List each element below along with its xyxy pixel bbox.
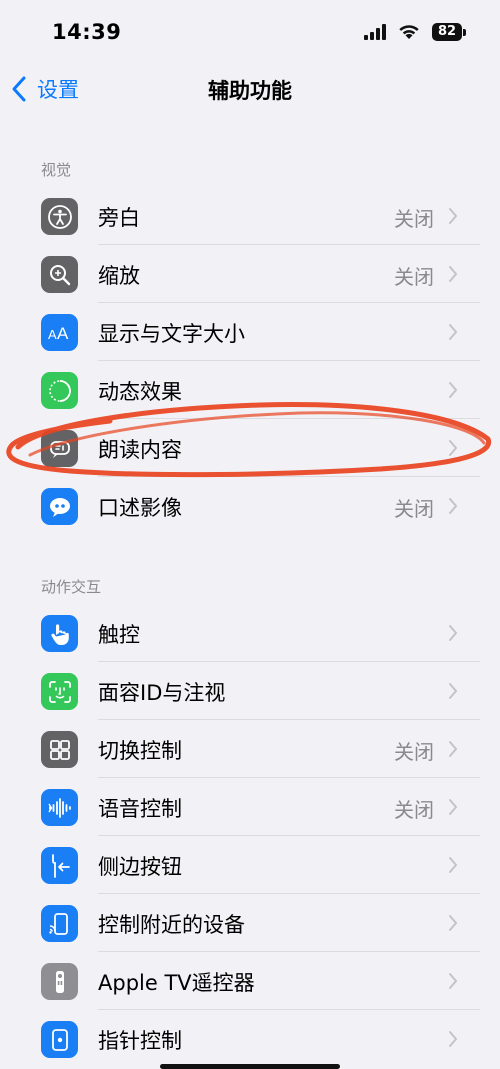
list-item-voice-control[interactable]: 语音控制 关闭	[0, 778, 500, 836]
wifi-icon	[399, 25, 419, 39]
section-header-physical-motor: 动作交互	[41, 578, 102, 596]
list-item-display-text-size[interactable]: AA 显示与文字大小	[0, 303, 500, 361]
motion-icon	[41, 372, 78, 409]
side-button-icon	[41, 847, 78, 884]
physical-motor-list: 触控 面容ID与注视 切换控制 关闭 语音控制 关闭 侧边按钮 控制附近的设备 …	[0, 604, 500, 1068]
battery-icon: 82	[432, 23, 462, 41]
audio-description-icon	[41, 488, 78, 525]
section-header-vision: 视觉	[41, 161, 72, 179]
list-item-apple-tv-remote[interactable]: Apple TV遥控器	[0, 952, 500, 1010]
chevron-right-icon	[449, 208, 458, 224]
list-item-pointer-control[interactable]: 指针控制	[0, 1010, 500, 1068]
page-title: 辅助功能	[208, 79, 292, 103]
list-item-motion[interactable]: 动态效果	[0, 361, 500, 419]
svg-text:A: A	[48, 327, 57, 342]
list-item-zoom[interactable]: 缩放 关闭	[0, 245, 500, 303]
navigation-bar: 设置 辅助功能	[0, 62, 500, 117]
touch-icon	[41, 615, 78, 652]
pointer-control-icon	[41, 1021, 78, 1058]
voice-control-icon	[41, 789, 78, 826]
list-item-audio-descriptions[interactable]: 口述影像 关闭	[0, 477, 500, 535]
chevron-right-icon	[449, 1031, 458, 1047]
status-bar: 14:39 82	[0, 0, 500, 62]
svg-text:A: A	[57, 324, 69, 343]
list-item-spoken-content[interactable]: 朗读内容	[0, 419, 500, 477]
battery-cap	[463, 29, 466, 36]
cellular-signal-icon	[364, 24, 386, 40]
spoken-content-icon	[41, 430, 78, 467]
list-item-face-id-attention[interactable]: 面容ID与注视	[0, 662, 500, 720]
voiceover-icon	[41, 198, 78, 235]
chevron-right-icon	[449, 857, 458, 873]
chevron-right-icon	[449, 440, 458, 456]
chevron-right-icon	[449, 382, 458, 398]
zoom-icon	[41, 256, 78, 293]
chevron-right-icon	[449, 973, 458, 989]
chevron-right-icon	[449, 741, 458, 757]
chevron-right-icon	[449, 324, 458, 340]
chevron-right-icon	[449, 799, 458, 815]
switch-control-icon	[41, 731, 78, 768]
chevron-right-icon	[449, 498, 458, 514]
list-item-voiceover[interactable]: 旁白 关闭	[0, 187, 500, 245]
chevron-right-icon	[449, 625, 458, 641]
list-item-touch[interactable]: 触控	[0, 604, 500, 662]
home-indicator[interactable]	[160, 1064, 340, 1069]
list-item-switch-control[interactable]: 切换控制 关闭	[0, 720, 500, 778]
list-item-control-nearby-devices[interactable]: 控制附近的设备	[0, 894, 500, 952]
status-time: 14:39	[52, 20, 122, 44]
list-item-side-button[interactable]: 侧边按钮	[0, 836, 500, 894]
remote-icon	[41, 963, 78, 1000]
face-id-icon	[41, 673, 78, 710]
chevron-right-icon	[449, 915, 458, 931]
text-size-icon: AA	[41, 314, 78, 351]
vision-list: 旁白 关闭 缩放 关闭 AA 显示与文字大小 动态效果 朗读内容 口述影像 关闭	[0, 187, 500, 535]
nearby-devices-icon	[41, 905, 78, 942]
chevron-right-icon	[449, 683, 458, 699]
chevron-right-icon	[449, 266, 458, 282]
